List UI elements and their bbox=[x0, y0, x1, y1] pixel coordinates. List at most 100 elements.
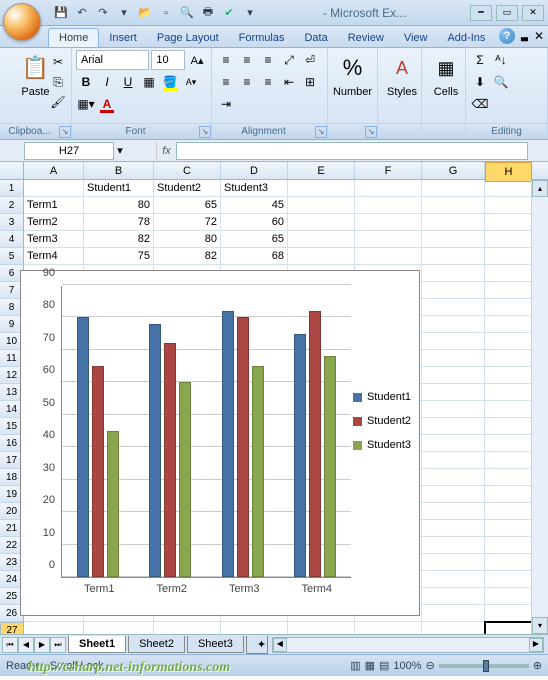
name-box[interactable]: H27 bbox=[24, 142, 114, 160]
horizontal-scrollbar[interactable]: ◀ ▶ bbox=[272, 637, 544, 653]
open-icon[interactable]: 📂 bbox=[136, 4, 154, 22]
increase-indent-icon[interactable]: ⇥ bbox=[216, 94, 236, 114]
border-icon[interactable]: ▦ bbox=[139, 72, 159, 92]
cell-H21[interactable] bbox=[485, 520, 532, 537]
clipboard-launcher[interactable]: ↘ bbox=[59, 126, 71, 138]
view-layout-icon[interactable]: ▦ bbox=[365, 659, 375, 672]
align-middle-icon[interactable]: ≡ bbox=[237, 50, 257, 70]
vertical-scrollbar[interactable]: ▴ ▾ bbox=[531, 180, 548, 634]
cell-B27[interactable] bbox=[84, 622, 154, 634]
alignment-launcher[interactable]: ↘ bbox=[315, 126, 327, 138]
cell-G2[interactable] bbox=[422, 197, 485, 214]
cell-G20[interactable] bbox=[422, 503, 485, 520]
number-format-button[interactable]: % Number bbox=[332, 50, 373, 100]
font-color-icon[interactable]: A bbox=[97, 94, 117, 114]
row-header-4[interactable]: 4 bbox=[0, 231, 24, 248]
underline-button[interactable]: U bbox=[118, 72, 138, 92]
bar-Term1-Student3[interactable] bbox=[107, 431, 119, 577]
cell-H9[interactable] bbox=[485, 316, 532, 333]
clear-icon[interactable]: ⌫ bbox=[470, 94, 490, 114]
cell-G27[interactable] bbox=[422, 622, 485, 634]
cell-C4[interactable]: 80 bbox=[154, 231, 221, 248]
cell-H10[interactable] bbox=[485, 333, 532, 350]
cell-E4[interactable] bbox=[288, 231, 355, 248]
cut-icon[interactable]: ✂ bbox=[48, 52, 68, 72]
sheet-tab-3[interactable]: Sheet3 bbox=[187, 636, 244, 653]
more-borders-icon[interactable]: ▦▾ bbox=[76, 94, 96, 114]
cell-G11[interactable] bbox=[422, 350, 485, 367]
legend-item-Student1[interactable]: Student1 bbox=[353, 391, 411, 403]
column-header-C[interactable]: C bbox=[154, 162, 221, 179]
shrink-font-icon[interactable]: A▾ bbox=[181, 72, 201, 92]
cell-A27[interactable] bbox=[24, 622, 84, 634]
align-right-icon[interactable]: ≡ bbox=[258, 72, 278, 92]
cell-G26[interactable] bbox=[422, 605, 485, 622]
zoom-slider[interactable] bbox=[439, 664, 529, 668]
cell-H1[interactable] bbox=[485, 180, 532, 197]
qat-more-icon[interactable]: ▾ bbox=[241, 4, 259, 22]
office-button[interactable] bbox=[3, 3, 41, 41]
legend-item-Student3[interactable]: Student3 bbox=[353, 439, 411, 451]
cell-H3[interactable] bbox=[485, 214, 532, 231]
cell-G10[interactable] bbox=[422, 333, 485, 350]
zoom-level[interactable]: 100% bbox=[393, 660, 421, 672]
bar-Term4-Student3[interactable] bbox=[324, 356, 336, 577]
row-header-2[interactable]: 2 bbox=[0, 197, 24, 214]
grow-font-icon[interactable]: A▴ bbox=[187, 50, 207, 70]
cell-G23[interactable] bbox=[422, 554, 485, 571]
decrease-indent-icon[interactable]: ⇤ bbox=[279, 72, 299, 92]
tab-data[interactable]: Data bbox=[294, 29, 337, 47]
cell-G18[interactable] bbox=[422, 469, 485, 486]
bar-Term4-Student1[interactable] bbox=[294, 334, 306, 577]
cell-D3[interactable]: 60 bbox=[221, 214, 288, 231]
tab-view[interactable]: View bbox=[394, 29, 438, 47]
cell-B1[interactable]: Student1 bbox=[84, 180, 154, 197]
cell-E2[interactable] bbox=[288, 197, 355, 214]
redo-icon[interactable]: ↷ bbox=[94, 4, 112, 22]
cell-F3[interactable] bbox=[355, 214, 422, 231]
cell-F4[interactable] bbox=[355, 231, 422, 248]
cell-G24[interactable] bbox=[422, 571, 485, 588]
font-name-select[interactable]: Arial bbox=[76, 50, 149, 70]
cell-H24[interactable] bbox=[485, 571, 532, 588]
cell-G1[interactable] bbox=[422, 180, 485, 197]
row-header-5[interactable]: 5 bbox=[0, 248, 24, 265]
column-header-F[interactable]: F bbox=[355, 162, 422, 179]
row-header-1[interactable]: 1 bbox=[0, 180, 24, 197]
cell-G21[interactable] bbox=[422, 520, 485, 537]
fx-icon[interactable]: fx bbox=[156, 142, 176, 160]
fill-color-icon[interactable]: 🪣 bbox=[160, 72, 180, 92]
cell-H22[interactable] bbox=[485, 537, 532, 554]
column-header-D[interactable]: D bbox=[221, 162, 288, 179]
tab-page-layout[interactable]: Page Layout bbox=[147, 29, 229, 47]
cell-H14[interactable] bbox=[485, 401, 532, 418]
cell-G15[interactable] bbox=[422, 418, 485, 435]
format-painter-icon[interactable]: 🖌 bbox=[48, 92, 68, 112]
tab-add-ins[interactable]: Add-Ins bbox=[437, 29, 495, 47]
tab-insert[interactable]: Insert bbox=[99, 29, 147, 47]
cell-B2[interactable]: 80 bbox=[84, 197, 154, 214]
cell-D27[interactable] bbox=[221, 622, 288, 634]
cell-A2[interactable]: Term1 bbox=[24, 197, 84, 214]
cell-E27[interactable] bbox=[288, 622, 355, 634]
align-center-icon[interactable]: ≡ bbox=[237, 72, 257, 92]
close-workbook-icon[interactable]: ✕ bbox=[534, 29, 544, 43]
align-left-icon[interactable]: ≡ bbox=[216, 72, 236, 92]
cell-H6[interactable] bbox=[485, 265, 532, 282]
zoom-in-icon[interactable]: ⊕ bbox=[533, 659, 542, 672]
cell-B3[interactable]: 78 bbox=[84, 214, 154, 231]
cell-H4[interactable] bbox=[485, 231, 532, 248]
save-icon[interactable]: 💾 bbox=[52, 4, 70, 22]
cell-D2[interactable]: 45 bbox=[221, 197, 288, 214]
cell-H13[interactable] bbox=[485, 384, 532, 401]
cell-H25[interactable] bbox=[485, 588, 532, 605]
cell-G7[interactable] bbox=[422, 282, 485, 299]
cell-H20[interactable] bbox=[485, 503, 532, 520]
view-normal-icon[interactable]: ▥ bbox=[350, 659, 360, 672]
cell-G25[interactable] bbox=[422, 588, 485, 605]
next-sheet-icon[interactable]: ▶ bbox=[34, 637, 50, 653]
cell-F2[interactable] bbox=[355, 197, 422, 214]
cell-G8[interactable] bbox=[422, 299, 485, 316]
scroll-down-icon[interactable]: ▾ bbox=[532, 617, 548, 634]
cell-H17[interactable] bbox=[485, 452, 532, 469]
